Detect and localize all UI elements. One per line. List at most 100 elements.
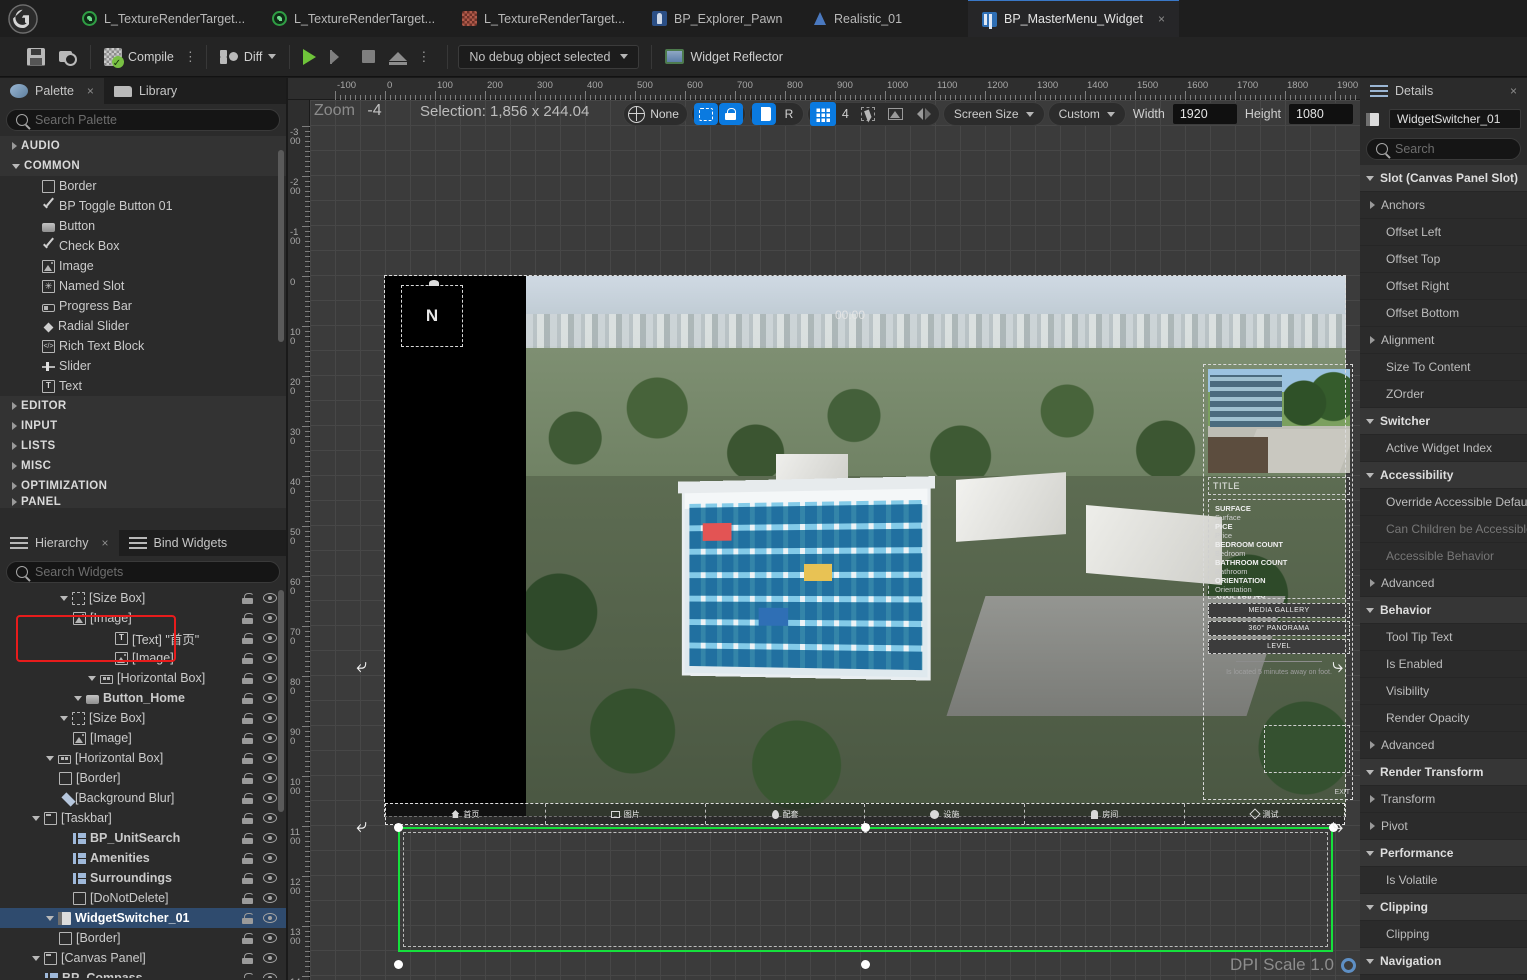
resize-handle-top-center[interactable] (861, 823, 870, 832)
details-property-row[interactable]: Offset Bottom (1360, 300, 1527, 327)
eject-button[interactable] (382, 40, 414, 74)
hierarchy-row[interactable]: [Background Blur] (0, 788, 286, 808)
hierarchy-row[interactable]: Button_Home (0, 688, 286, 708)
widget-reflector-button[interactable]: Widget Reflector (658, 40, 789, 74)
chevron-right-icon[interactable] (1370, 822, 1375, 830)
palette-item-named-slot[interactable]: ✳ Named Slot (0, 276, 286, 296)
lock-icon[interactable] (719, 103, 743, 125)
chevron-down-icon[interactable] (88, 676, 96, 681)
details-property-row[interactable]: Offset Right (1360, 273, 1527, 300)
cursor-icon[interactable] (855, 102, 881, 126)
chevron-down-icon[interactable] (60, 716, 68, 721)
details-property-row[interactable]: Advanced (1360, 570, 1527, 597)
resize-handle-top-left[interactable] (394, 823, 403, 832)
visibility-eye-icon[interactable] (263, 853, 277, 863)
details-property-row[interactable]: Size To Content (1360, 354, 1527, 381)
details-property-row[interactable]: ZOrder (1360, 381, 1527, 408)
hierarchy-row[interactable]: [Horizontal Box] (0, 748, 286, 768)
details-property-row[interactable]: Advanced (1360, 732, 1527, 759)
visibility-eye-icon[interactable] (263, 813, 277, 823)
hierarchy-row[interactable]: BP_UnitSearch (0, 828, 286, 848)
visibility-eye-icon[interactable] (263, 633, 277, 643)
lock-icon[interactable] (242, 833, 253, 844)
hierarchy-row[interactable]: WidgetSwitcher_01 (0, 908, 286, 928)
tab-library[interactable]: Library (104, 78, 187, 104)
details-property-row[interactable]: Is Volatile (1360, 867, 1527, 894)
details-property-row[interactable]: Can Children be Accessible (1360, 516, 1527, 543)
lock-icon[interactable] (242, 653, 253, 664)
chevron-down-icon[interactable] (32, 956, 40, 961)
tab-details[interactable]: Details × (1360, 78, 1527, 104)
compile-options-icon[interactable]: ⋮ (181, 50, 200, 63)
chevron-right-icon[interactable] (1370, 795, 1375, 803)
hierarchy-row[interactable]: [DoNotDelete] (0, 888, 286, 908)
palette-category-editor[interactable]: EDITOR (0, 396, 286, 416)
height-input[interactable]: 1080 (1288, 103, 1354, 125)
object-name-field[interactable]: WidgetSwitcher_01 (1389, 109, 1521, 129)
taskbar-item-test[interactable]: 测试 (1185, 804, 1344, 824)
skip-button[interactable] (323, 40, 355, 74)
visibility-eye-icon[interactable] (263, 593, 277, 603)
tab-bp-explorer-pawn[interactable]: BP_Explorer_Pawn (638, 0, 798, 37)
unreal-engine-logo[interactable] (0, 0, 46, 37)
details-group-header[interactable]: Slot (Canvas Panel Slot) (1360, 165, 1527, 192)
chevron-down-icon[interactable] (74, 696, 82, 701)
details-property-row[interactable]: Offset Top (1360, 246, 1527, 273)
details-property-row[interactable]: Tool Tip Text (1360, 624, 1527, 651)
chevron-down-icon[interactable] (1366, 905, 1374, 910)
chevron-down-icon[interactable] (60, 596, 68, 601)
details-search[interactable] (1366, 138, 1521, 160)
selected-widget-outline[interactable] (398, 827, 1333, 952)
aspect-ratio-dropdown[interactable]: Custom (1048, 102, 1126, 126)
gear-icon[interactable] (1341, 958, 1356, 973)
details-property-row[interactable]: Offset Left (1360, 219, 1527, 246)
palette-item-slider[interactable]: Slider (0, 356, 286, 376)
designer-viewport[interactable]: -100010020030040050060070080090010001100… (288, 78, 1360, 980)
hierarchy-row[interactable]: [Taskbar] (0, 808, 286, 828)
chevron-down-icon[interactable] (32, 816, 40, 821)
visibility-eye-icon[interactable] (263, 653, 277, 663)
palette-item-radial-slider[interactable]: Radial Slider (0, 316, 286, 336)
lock-icon[interactable] (242, 753, 253, 764)
visibility-eye-icon[interactable] (263, 893, 277, 903)
visibility-eye-icon[interactable] (263, 873, 277, 883)
vertical-ruler[interactable]: -300-200-1000100200300400500600700800900… (288, 100, 310, 980)
stop-button[interactable] (355, 40, 382, 74)
hierarchy-row[interactable]: [Size Box] (0, 588, 286, 608)
tab-l-texturerendertarget-1[interactable]: L_TextureRenderTarget... (68, 0, 258, 37)
palette-category-optimization[interactable]: OPTIMIZATION (0, 476, 286, 496)
chevron-down-icon[interactable] (1366, 608, 1374, 613)
save-button[interactable] (20, 40, 52, 74)
visibility-eye-icon[interactable] (263, 953, 277, 963)
lock-icon[interactable] (242, 873, 253, 884)
palette-item-bp-toggle-button-01[interactable]: BP Toggle Button 01 (0, 196, 286, 216)
lock-icon[interactable] (242, 633, 253, 644)
lock-icon[interactable] (242, 893, 253, 904)
resolution-toggle[interactable]: R (777, 103, 801, 125)
chevron-down-icon[interactable] (1366, 851, 1374, 856)
visibility-eye-icon[interactable] (263, 673, 277, 683)
hierarchy-row[interactable]: T[Text] "首页" (0, 628, 286, 648)
hierarchy-row[interactable]: [Image] (0, 648, 286, 668)
hierarchy-row[interactable]: [Image] (0, 728, 286, 748)
hierarchy-row[interactable]: [Image] (0, 608, 286, 628)
palette-category-input[interactable]: INPUT (0, 416, 286, 436)
tab-l-texturerendertarget-2[interactable]: L_TextureRenderTarget... (258, 0, 448, 37)
anchor-arrow-left[interactable]: ⤶ (356, 655, 367, 678)
hierarchy-scrollbar[interactable] (278, 590, 284, 812)
details-group-header[interactable]: Navigation (1360, 948, 1527, 975)
hierarchy-row[interactable]: [Horizontal Box] (0, 668, 286, 688)
chevron-down-icon[interactable] (1366, 176, 1374, 181)
details-property-row[interactable]: Clipping (1360, 921, 1527, 948)
palette-item-text[interactable]: T Text (0, 376, 286, 396)
visibility-eye-icon[interactable] (263, 773, 277, 783)
browse-button[interactable] (52, 40, 84, 74)
palette-item-button[interactable]: Button (0, 216, 286, 236)
taskbar-item-facilities[interactable]: 设施 (865, 804, 1025, 824)
details-property-row[interactable]: Alignment (1360, 327, 1527, 354)
anchor-arrow-bottom-right[interactable]: ⤷ (1332, 815, 1343, 838)
tab-l-texturerendertarget-3[interactable]: L_TextureRenderTarget... (448, 0, 638, 37)
close-icon[interactable]: × (1510, 84, 1517, 98)
lock-icon[interactable] (242, 773, 253, 784)
search-input[interactable] (35, 113, 270, 127)
